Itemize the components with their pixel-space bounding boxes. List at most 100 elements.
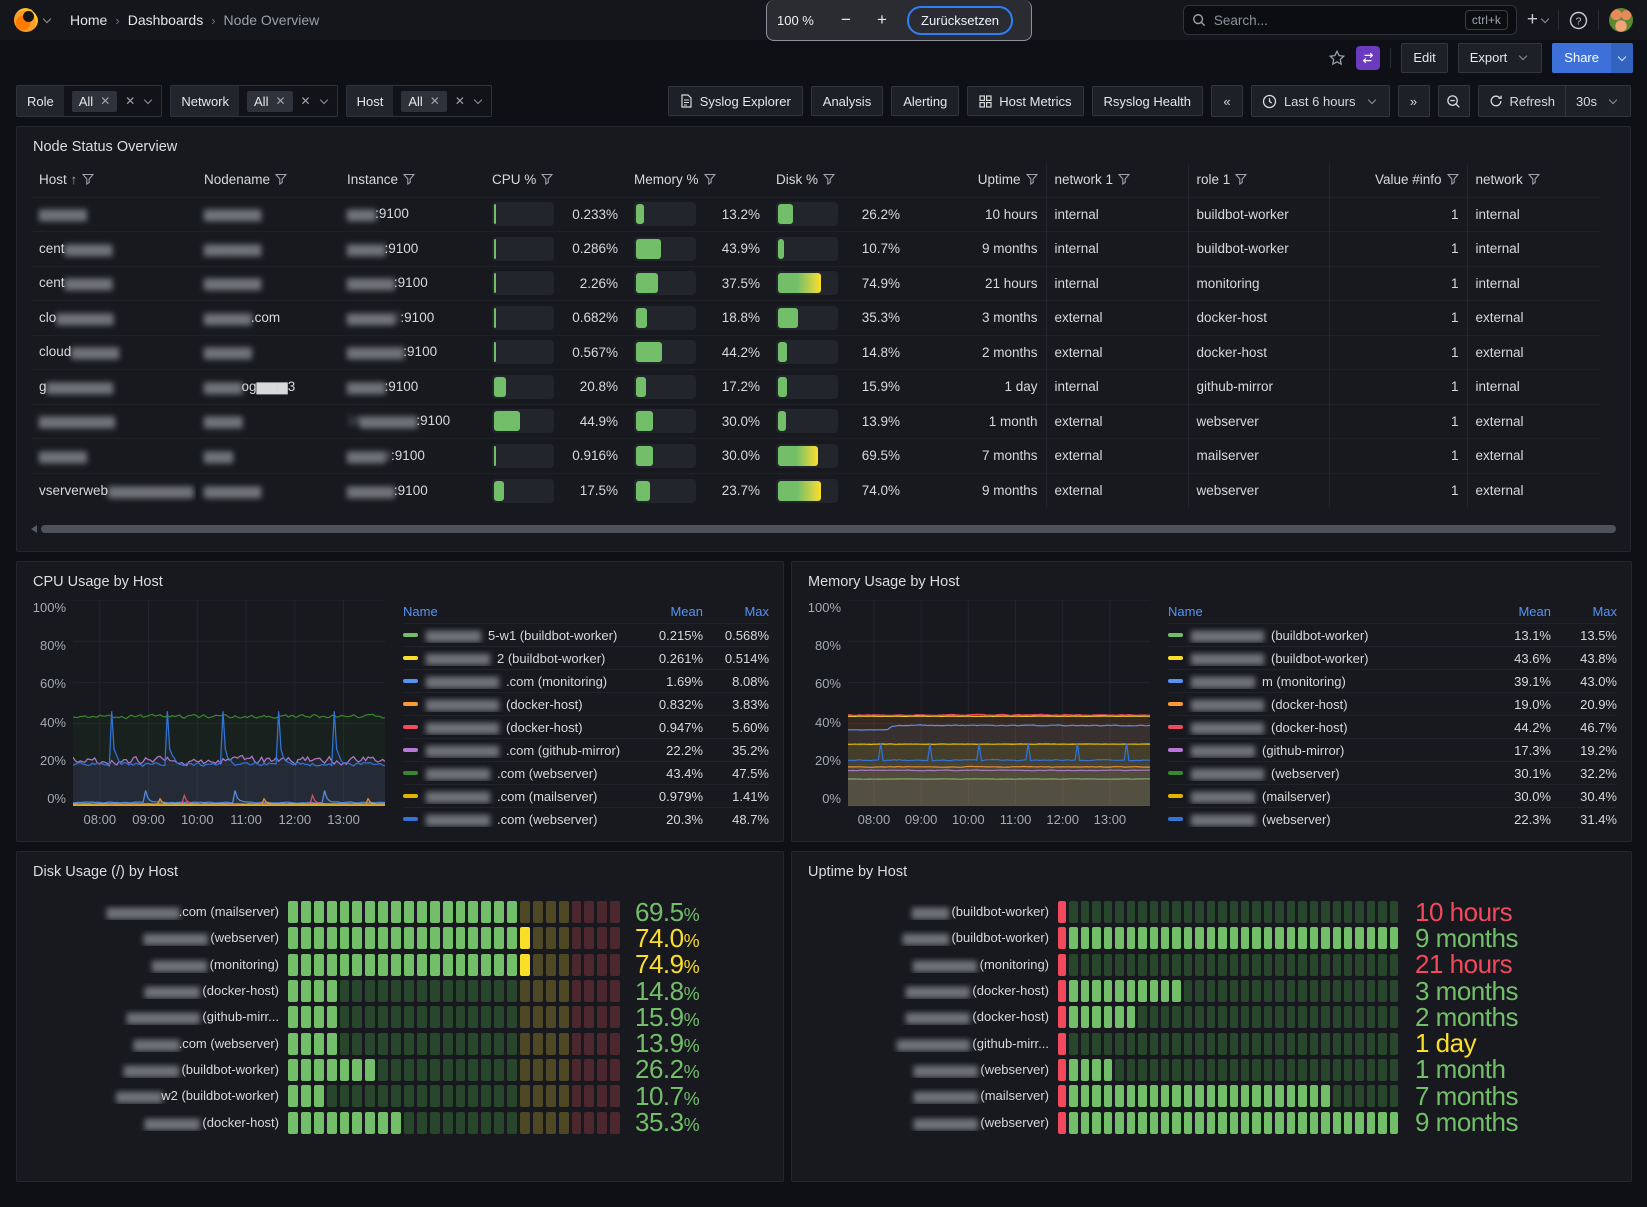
column-header-uptime[interactable]: Uptime (908, 163, 1046, 197)
legend-row[interactable]: ▆▆▆▆▆▆▆.com (webserver)43.4%47.5% (403, 761, 769, 784)
legend-col-name[interactable]: Name (403, 604, 627, 619)
legend-col-max[interactable]: Max (1551, 604, 1617, 619)
clear-filter-icon[interactable]: ✕ (125, 94, 135, 108)
legend-row[interactable]: ▆▆▆▆▆▆▆2 (buildbot-worker)0.261%0.514% (403, 646, 769, 669)
grafana-logo-icon[interactable] (14, 8, 38, 32)
share-button[interactable]: Share (1552, 43, 1611, 73)
scrollbar-thumb[interactable] (41, 525, 1616, 533)
legend-row[interactable]: ▆▆▆▆▆▆▆.com (webserver)20.3%48.7% (403, 807, 769, 830)
legend-row[interactable]: ▆▆▆▆▆▆▆m (monitoring)39.1%43.0% (1168, 669, 1617, 692)
chevron-down-icon[interactable] (474, 96, 482, 104)
filter-funnel-icon[interactable] (1235, 173, 1247, 185)
add-new-button[interactable]: + (1527, 9, 1548, 31)
chevron-down-icon[interactable] (319, 96, 327, 104)
legend-col-name[interactable]: Name (1168, 604, 1475, 619)
dashboard-link-analysis[interactable]: Analysis (811, 86, 883, 116)
dashboard-link-alerting[interactable]: Alerting (891, 86, 959, 116)
legend-col-mean[interactable]: Mean (1475, 604, 1551, 619)
dashboard-link-rsyslog-health[interactable]: Rsyslog Health (1092, 86, 1203, 116)
legend-row[interactable]: ▆▆▆▆▆▆▆ (webserver)22.3%31.4% (1168, 807, 1617, 830)
clear-filter-icon[interactable]: ✕ (301, 94, 311, 108)
export-button[interactable]: Export (1458, 43, 1543, 73)
search-input[interactable] (1214, 13, 1457, 28)
legend-row[interactable]: ▆▆▆▆▆▆▆▆ (docker-host)0.947%5.60% (403, 715, 769, 738)
filter-funnel-icon[interactable] (541, 173, 553, 185)
help-icon[interactable]: ? (1569, 11, 1588, 30)
legend-row[interactable]: ▆▆▆▆▆▆▆▆.com (monitoring)1.69%8.08% (403, 669, 769, 692)
gauge-cell: 0.286% (492, 237, 618, 261)
favorite-star-icon[interactable] (1328, 49, 1346, 67)
filter-funnel-icon[interactable] (1026, 173, 1038, 185)
edit-button[interactable]: Edit (1401, 43, 1447, 73)
filter-value-chip[interactable]: All✕ (247, 91, 293, 112)
share-split-button[interactable]: Share (1552, 43, 1633, 73)
series-name-text: (docker-host) (506, 697, 583, 712)
logo-chevron-icon[interactable] (43, 14, 51, 22)
filter-funnel-icon[interactable] (1447, 173, 1459, 185)
column-header-valueinfo[interactable]: Value #info (1329, 163, 1467, 197)
legend-col-mean[interactable]: Mean (627, 604, 703, 619)
legend-row[interactable]: ▆▆▆▆▆▆5-w1 (buildbot-worker)0.215%0.568% (403, 623, 769, 646)
filter-funnel-icon[interactable] (704, 173, 716, 185)
filter-funnel-icon[interactable] (82, 173, 94, 185)
cpu-chart-plot[interactable] (73, 600, 385, 806)
remove-value-icon[interactable]: ✕ (100, 94, 110, 108)
column-header-cpu[interactable]: CPU % (484, 163, 626, 197)
dashboard-link-syslog-explorer[interactable]: Syslog Explorer (668, 86, 803, 116)
zoom-reset-button[interactable]: Zurücksetzen (907, 6, 1013, 35)
memory-chart-plot[interactable] (848, 600, 1150, 806)
column-header-memory[interactable]: Memory % (626, 163, 768, 197)
horizontal-scrollbar[interactable] (31, 525, 1616, 533)
filter-funnel-icon[interactable] (823, 173, 835, 185)
remove-value-icon[interactable]: ✕ (275, 94, 285, 108)
column-header-host[interactable]: Host ↑ (31, 163, 196, 197)
filter-funnel-icon[interactable] (275, 173, 287, 185)
filter-value-chip[interactable]: All✕ (401, 91, 447, 112)
legend-row[interactable]: ▆▆▆▆▆▆▆ (mailserver)30.0%30.4% (1168, 784, 1617, 807)
scroll-left-arrow-icon[interactable] (31, 525, 37, 533)
clear-filter-icon[interactable]: ✕ (455, 94, 465, 108)
filter-funnel-icon[interactable] (1528, 173, 1540, 185)
legend-row[interactable]: ▆▆▆▆▆▆▆▆ (docker-host)19.0%20.9% (1168, 692, 1617, 715)
legend-row[interactable]: ▆▆▆▆▆▆▆▆ (docker-host)0.832%3.83% (403, 692, 769, 715)
column-header-nodename[interactable]: Nodename (196, 163, 339, 197)
dashboard-link-host-metrics[interactable]: Host Metrics (967, 86, 1083, 116)
legend-row[interactable]: ▆▆▆▆▆▆▆.com (mailserver)0.979%1.41% (403, 784, 769, 807)
breadcrumb-dashboards[interactable]: Dashboards (128, 12, 204, 28)
zoom-out-time-button[interactable] (1438, 85, 1470, 117)
refresh-button[interactable]: Refresh (1479, 86, 1566, 116)
breadcrumb-home[interactable]: Home (70, 12, 107, 28)
legend-row[interactable]: ▆▆▆▆▆▆▆▆ (buildbot-worker)13.1%13.5% (1168, 623, 1617, 646)
column-header-disk[interactable]: Disk % (768, 163, 908, 197)
time-shift-back-button[interactable]: « (1211, 85, 1243, 117)
refresh-interval-button[interactable]: 30s (1565, 86, 1630, 116)
variable-filter-host: HostAll✕✕ (346, 85, 492, 117)
filter-funnel-icon[interactable] (403, 173, 415, 185)
dashboard-link-label: Host Metrics (999, 94, 1071, 109)
filter-funnel-icon[interactable] (1118, 173, 1130, 185)
share-caret-button[interactable] (1611, 43, 1633, 73)
legend-row[interactable]: ▆▆▆▆▆▆▆▆.com (github-mirror)22.2%35.2% (403, 738, 769, 761)
legend-row[interactable]: ▆▆▆▆▆▆▆▆ (webserver)30.1%32.2% (1168, 761, 1617, 784)
search-bar[interactable]: ctrl+k (1183, 5, 1517, 35)
remove-value-icon[interactable]: ✕ (430, 94, 440, 108)
user-avatar[interactable] (1609, 8, 1633, 32)
time-shift-forward-button[interactable]: » (1398, 85, 1430, 117)
compare-swap-icon[interactable] (1356, 46, 1380, 70)
zoom-in-button[interactable]: + (869, 7, 895, 33)
chevron-down-icon[interactable] (144, 96, 152, 104)
column-header-instance[interactable]: Instance (339, 163, 484, 197)
column-header-network1[interactable]: network 1 (1046, 163, 1188, 197)
legend-row[interactable]: ▆▆▆▆▆▆▆ (github-mirror)17.3%19.2% (1168, 738, 1617, 761)
time-range-button[interactable]: Last 6 hours (1252, 86, 1389, 116)
legend-row[interactable]: ▆▆▆▆▆▆▆▆ (buildbot-worker)43.6%43.8% (1168, 646, 1617, 669)
legend-row[interactable]: ▆▆▆▆▆▆▆▆ (docker-host)44.2%46.7% (1168, 715, 1617, 738)
legend-col-max[interactable]: Max (703, 604, 769, 619)
redacted-text: ▆▆▆▆ (912, 904, 948, 919)
filter-value-chip[interactable]: All✕ (72, 91, 118, 112)
column-header-network[interactable]: network (1467, 163, 1600, 197)
zoom-out-button[interactable]: − (833, 7, 859, 33)
x-tick-label: 10:00 (952, 812, 985, 827)
cell-cpu: 0.916% (484, 439, 626, 474)
column-header-role1[interactable]: role 1 (1188, 163, 1329, 197)
